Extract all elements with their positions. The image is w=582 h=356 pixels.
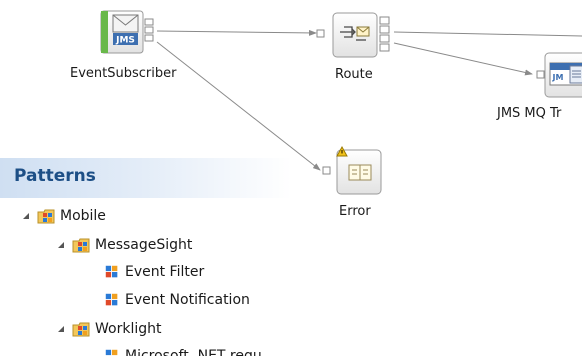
input-terminal[interactable] [536,70,545,79]
output-terminal-2[interactable] [379,25,390,34]
jms-icon-text: JMS [115,36,135,46]
expanded-twisty-icon[interactable] [56,324,66,334]
output-terminal-3[interactable] [379,34,390,43]
output-terminal-3[interactable] [144,34,154,42]
node-event-subscriber[interactable]: JMS [100,10,154,54]
pattern-icon [105,349,118,356]
tree-label: MessageSight [95,237,193,253]
tree-item-microsoft-net[interactable]: Microsoft .NET requ [104,345,262,356]
tree-label: Mobile [60,208,106,224]
connection-subscriber-to-error[interactable] [156,41,321,171]
jms-mq-transformer-icon: JM [549,62,582,86]
node-label-route: Route [335,67,373,82]
connection-route-to-jms-mq[interactable] [393,42,533,76]
tree-item-worklight[interactable]: Worklight [56,318,161,340]
tree-item-event-filter[interactable]: Event Filter [104,261,204,283]
connection-subscriber-to-route[interactable] [156,29,317,36]
input-green-bar [101,11,108,53]
pattern-folder-icon [72,322,90,337]
tree-label: Event Notification [125,292,250,308]
output-terminal-1[interactable] [144,18,154,26]
jms-mq-icon-text: JM [552,73,564,82]
node-route[interactable] [316,12,390,58]
tree-item-event-notification[interactable]: Event Notification [104,289,250,311]
node-jms-mq[interactable]: JM [536,52,582,98]
expanded-twisty-icon[interactable] [21,211,31,221]
node-label-event-subscriber: EventSubscriber [70,66,177,81]
pattern-icon [105,265,118,278]
node-label-error: Error [339,204,371,219]
node-error[interactable] [322,145,382,195]
tree-item-mobile[interactable]: Mobile [21,205,106,227]
error-node-icon [348,164,372,181]
tree-label: Event Filter [125,264,205,280]
patterns-title: Patterns [14,166,96,186]
input-terminal[interactable] [316,29,325,38]
tree-label: Worklight [95,321,162,337]
output-terminal-4[interactable] [379,43,390,52]
patterns-header: Patterns [0,158,292,198]
output-terminal-2[interactable] [144,26,154,34]
jms-input-icon: JMS [112,14,139,46]
connection-route-out[interactable] [393,31,582,37]
pattern-folder-icon [37,209,55,224]
output-terminal-1[interactable] [379,16,390,25]
tree-label: Microsoft .NET requ [125,348,262,356]
pattern-folder-icon [72,238,90,253]
patterns-panel: Patterns Mobile MessageSight Event Filte… [0,158,300,356]
input-terminal[interactable] [322,166,331,175]
node-frame [332,12,378,58]
tree-item-messagesight[interactable]: MessageSight [56,234,192,256]
pattern-icon [105,293,118,306]
node-label-jms-mq: JMS MQ Tr [497,106,562,121]
expanded-twisty-icon[interactable] [56,240,66,250]
